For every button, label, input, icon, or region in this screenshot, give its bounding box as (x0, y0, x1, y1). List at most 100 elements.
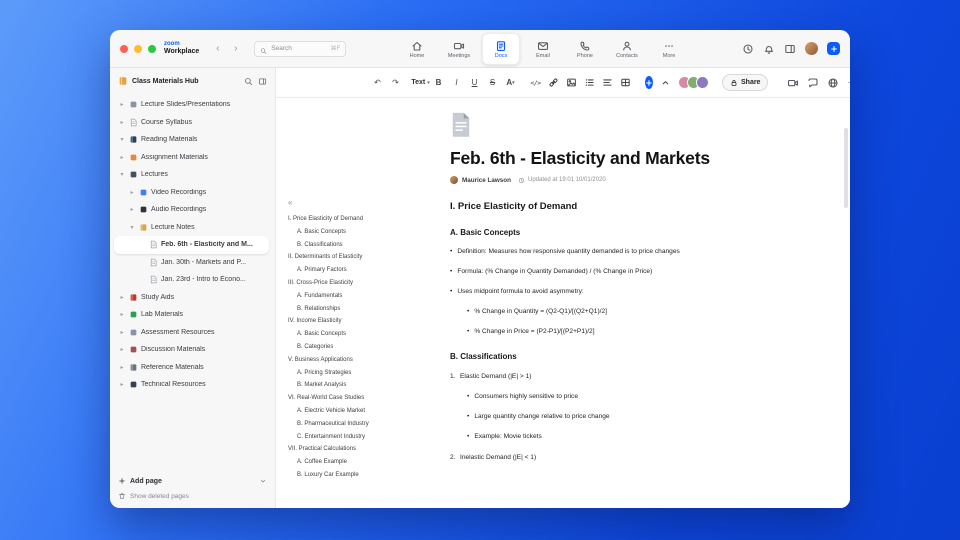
minimize-window-button[interactable] (134, 44, 142, 53)
outline-item[interactable]: III. Cross-Price Elasticity (288, 277, 440, 290)
sidebar-item-assignment-materials[interactable]: ▸ Assignment Materials (114, 149, 269, 167)
outline-item[interactable]: B. Luxury Car Example (288, 469, 440, 482)
outline-item[interactable]: B. Categories (288, 341, 440, 354)
bold-button[interactable]: B (433, 75, 444, 91)
chevron-right-icon[interactable]: ▸ (118, 329, 126, 336)
underline-button[interactable]: U (469, 75, 480, 91)
sidebar-item-assessment-resources[interactable]: ▸ Assessment Resources (114, 324, 269, 342)
chevron-down-icon[interactable]: ▾ (118, 136, 126, 143)
sidebar-item-course-syllabus[interactable]: ▸ Course Syllabus (114, 114, 269, 132)
outline-item[interactable]: A. Basic Concepts (288, 226, 440, 239)
user-avatar[interactable] (805, 42, 818, 55)
outline-item[interactable]: A. Coffee Example (288, 456, 440, 469)
scrollbar-thumb[interactable] (844, 128, 848, 208)
document-title[interactable]: Feb. 6th - Elasticity and Markets (450, 148, 798, 169)
new-item-button[interactable] (827, 42, 840, 55)
text-color-button[interactable]: A ▾ (505, 75, 516, 91)
outline-item[interactable]: VII. Practical Calculations (288, 443, 440, 456)
share-button[interactable]: Share (722, 74, 769, 91)
chevron-down-icon[interactable] (259, 477, 267, 485)
sidebar-item-discussion-materials[interactable]: ▸ Discussion Materials (114, 341, 269, 359)
video-call-icon[interactable] (787, 77, 799, 89)
sidebar-item-lab-materials[interactable]: ▸ Lab Materials (114, 306, 269, 324)
tab-home[interactable]: Home (398, 33, 436, 65)
tab-docs[interactable]: Docs (482, 33, 520, 65)
chevron-right-icon[interactable]: ▸ (118, 381, 126, 388)
tab-more[interactable]: More (650, 33, 688, 65)
tab-meetings[interactable]: Meetings (440, 33, 478, 65)
outline-item[interactable]: B. Market Analysis (288, 379, 440, 392)
chevron-right-icon[interactable]: ▸ (118, 154, 126, 161)
sidebar-item-study-aids[interactable]: ▸ Study Aids (114, 289, 269, 307)
text-style-dropdown[interactable]: Text ▾ (411, 75, 429, 91)
sidebar-item-video-recordings[interactable]: ▸ Video Recordings (114, 184, 269, 202)
sidebar-item-lecture-slides-presentations[interactable]: ▸ Lecture Slides/Presentations (114, 96, 269, 114)
chevron-right-icon[interactable]: ▸ (118, 119, 126, 126)
maximize-window-button[interactable] (148, 44, 156, 53)
link-button[interactable] (548, 75, 559, 91)
document-area[interactable]: « I. Price Elasticity of Demand A. Basic … (276, 98, 850, 508)
side-panel-icon[interactable] (784, 43, 796, 55)
chevron-down-icon[interactable]: ▾ (118, 171, 126, 178)
redo-button[interactable]: ↷ (390, 75, 401, 91)
notifications-bell-icon[interactable] (763, 43, 775, 55)
sidebar-expand-icon[interactable] (258, 77, 267, 86)
close-window-button[interactable] (120, 44, 128, 53)
outline-item[interactable]: B. Classifications (288, 239, 440, 252)
outline-collapse-icon[interactable]: « (288, 198, 440, 207)
history-icon[interactable] (742, 43, 754, 55)
outline-item[interactable]: II. Determinants of Elasticity (288, 251, 440, 264)
chevron-right-icon[interactable]: ▸ (118, 101, 126, 108)
italic-button[interactable]: I (451, 75, 462, 91)
chevron-right-icon[interactable]: ▸ (128, 189, 136, 196)
align-button[interactable] (602, 75, 613, 91)
tab-contacts[interactable]: Contacts (608, 33, 646, 65)
chevron-right-icon[interactable]: ▸ (118, 294, 126, 301)
outline-item[interactable]: A. Electric Vehicle Market (288, 405, 440, 418)
collaborator-avatar-3[interactable] (696, 76, 709, 89)
outline-item[interactable]: A. Fundamentals (288, 290, 440, 303)
sidebar-item-reading-materials[interactable]: ▾ Reading Materials (114, 131, 269, 149)
tab-phone[interactable]: Phone (566, 33, 604, 65)
code-button[interactable]: </> (530, 75, 541, 91)
table-button[interactable] (620, 75, 631, 91)
show-deleted-pages-button[interactable]: Show deleted pages (118, 492, 267, 500)
insert-block-button[interactable] (645, 76, 653, 89)
outline-item[interactable]: IV. Income Elasticity (288, 315, 440, 328)
outline-item[interactable]: V. Business Applications (288, 354, 440, 367)
sidebar-item-jan-23rd-intro-to-econo[interactable]: Jan. 23rd - Intro to Econo... (114, 271, 269, 289)
sidebar-item-lecture-notes[interactable]: ▾ Lecture Notes (114, 219, 269, 237)
sidebar-item-jan-30th-markets-and-p[interactable]: Jan. 30th - Markets and P... (114, 254, 269, 272)
chevron-right-icon[interactable]: ▸ (118, 346, 126, 353)
bulleted-list-button[interactable] (584, 75, 595, 91)
chevron-right-icon[interactable]: ▸ (118, 311, 126, 318)
image-button[interactable] (566, 75, 577, 91)
nav-forward-button[interactable]: › (229, 42, 242, 55)
sidebar-search-icon[interactable] (244, 77, 253, 86)
outline-item[interactable]: VI. Real-World Case Studies (288, 392, 440, 405)
global-search-input[interactable]: Search ⌘F (254, 40, 347, 57)
sidebar-item-reference-materials[interactable]: ▸ Reference Materials (114, 359, 269, 377)
chevron-right-icon[interactable]: ▸ (128, 206, 136, 213)
undo-button[interactable]: ↶ (372, 75, 383, 91)
add-page-button[interactable]: Add page (118, 477, 267, 485)
comments-icon[interactable] (807, 77, 819, 89)
chevron-right-icon[interactable]: ▸ (118, 364, 126, 371)
sidebar-item-technical-resources[interactable]: ▸ Technical Resources (114, 376, 269, 394)
outline-item[interactable]: A. Primary Factors (288, 264, 440, 277)
strikethrough-button[interactable]: S (487, 75, 498, 91)
collapse-toolbar-button[interactable] (660, 75, 671, 91)
outline-item[interactable]: I. Price Elasticity of Demand (288, 213, 440, 226)
chevron-down-icon[interactable]: ▾ (128, 224, 136, 231)
outline-item[interactable]: C. Entertainment Industry (288, 431, 440, 444)
outline-item[interactable]: B. Pharmaceutical Industry (288, 418, 440, 431)
more-options-icon[interactable]: ⋯ (847, 77, 850, 88)
tab-email[interactable]: Email (524, 33, 562, 65)
outline-item[interactable]: A. Pricing Strategies (288, 367, 440, 380)
sidebar-item-feb-6th-elasticity-and-m[interactable]: Feb. 6th - Elasticity and M... (114, 236, 269, 254)
outline-item[interactable]: B. Relationships (288, 303, 440, 316)
globe-icon[interactable] (827, 77, 839, 89)
sidebar-item-audio-recordings[interactable]: ▸ Audio Recordings (114, 201, 269, 219)
outline-item[interactable]: A. Basic Concepts (288, 328, 440, 341)
sidebar-item-lectures[interactable]: ▾ Lectures (114, 166, 269, 184)
